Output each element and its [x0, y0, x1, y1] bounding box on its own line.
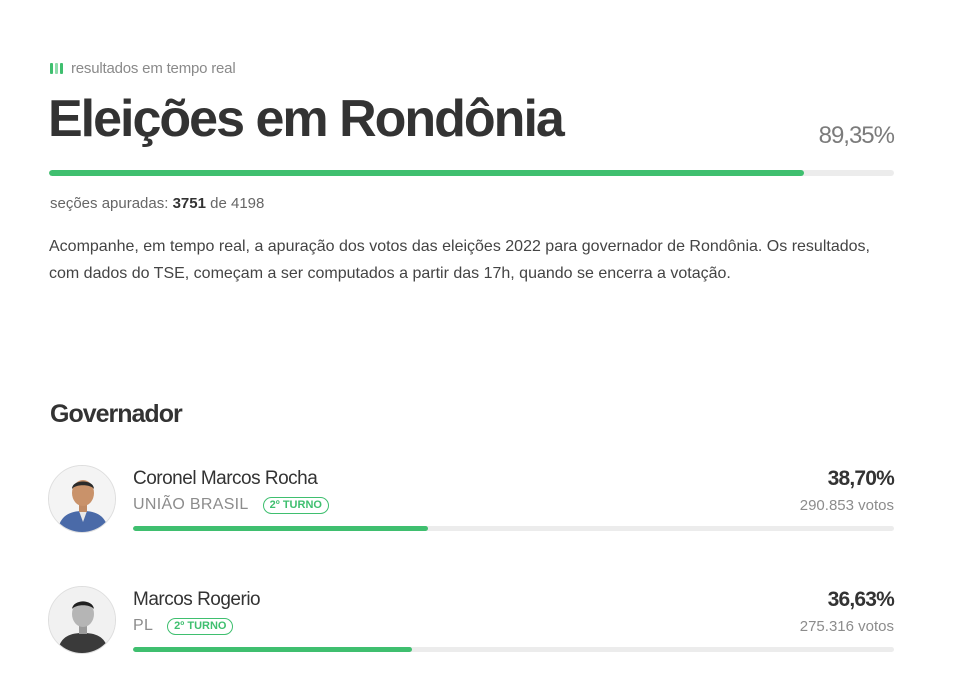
description: Acompanhe, em tempo real, a apuração dos… — [49, 238, 870, 282]
live-label: resultados em tempo real — [71, 60, 236, 77]
candidate-avatar — [48, 465, 116, 533]
runoff-badge: 2º TURNO — [167, 617, 234, 635]
sections-counted-value: 3751 — [172, 195, 206, 212]
candidate-avatar — [48, 586, 116, 654]
sections-total-value: 4198 — [231, 195, 265, 212]
candidate-percent: 38,70% — [827, 467, 895, 490]
sections-separator: de — [210, 195, 227, 212]
race-title: Governador — [50, 400, 183, 428]
candidate-row[interactable]: Marcos Rogerio PL 2º TURNO 36,63% 275.31… — [48, 586, 896, 676]
percent-counted: 89,35% — [818, 122, 895, 149]
sections-label: seções apuradas: — [50, 195, 169, 212]
live-bars-icon — [50, 63, 63, 74]
candidate-votes: 290.853 votos — [799, 497, 894, 514]
candidate-party: UNIÃO BRASIL — [133, 496, 249, 513]
counting-progress-bar — [49, 170, 894, 176]
runoff-badge: 2º TURNO — [262, 496, 329, 514]
sections-counted: seções apuradas: 3751 de 4198 — [50, 195, 264, 212]
counting-progress-fill — [49, 170, 804, 176]
candidate-row[interactable]: Coronel Marcos Rocha UNIÃO BRASIL 2º TUR… — [48, 465, 896, 575]
candidate-vote-bar — [133, 647, 894, 652]
candidate-party: PL — [133, 617, 154, 634]
candidate-vote-fill — [133, 647, 412, 652]
candidate-vote-fill — [133, 526, 428, 531]
page-title: Eleições em Rondônia — [48, 90, 565, 148]
candidate-votes: 275.316 votos — [799, 618, 894, 635]
candidate-vote-bar — [133, 526, 894, 531]
candidate-percent: 36,63% — [827, 588, 895, 611]
live-indicator: resultados em tempo real — [50, 60, 236, 77]
candidate-name: Coronel Marcos Rocha — [133, 468, 318, 489]
candidate-name: Marcos Rogerio — [133, 589, 261, 610]
